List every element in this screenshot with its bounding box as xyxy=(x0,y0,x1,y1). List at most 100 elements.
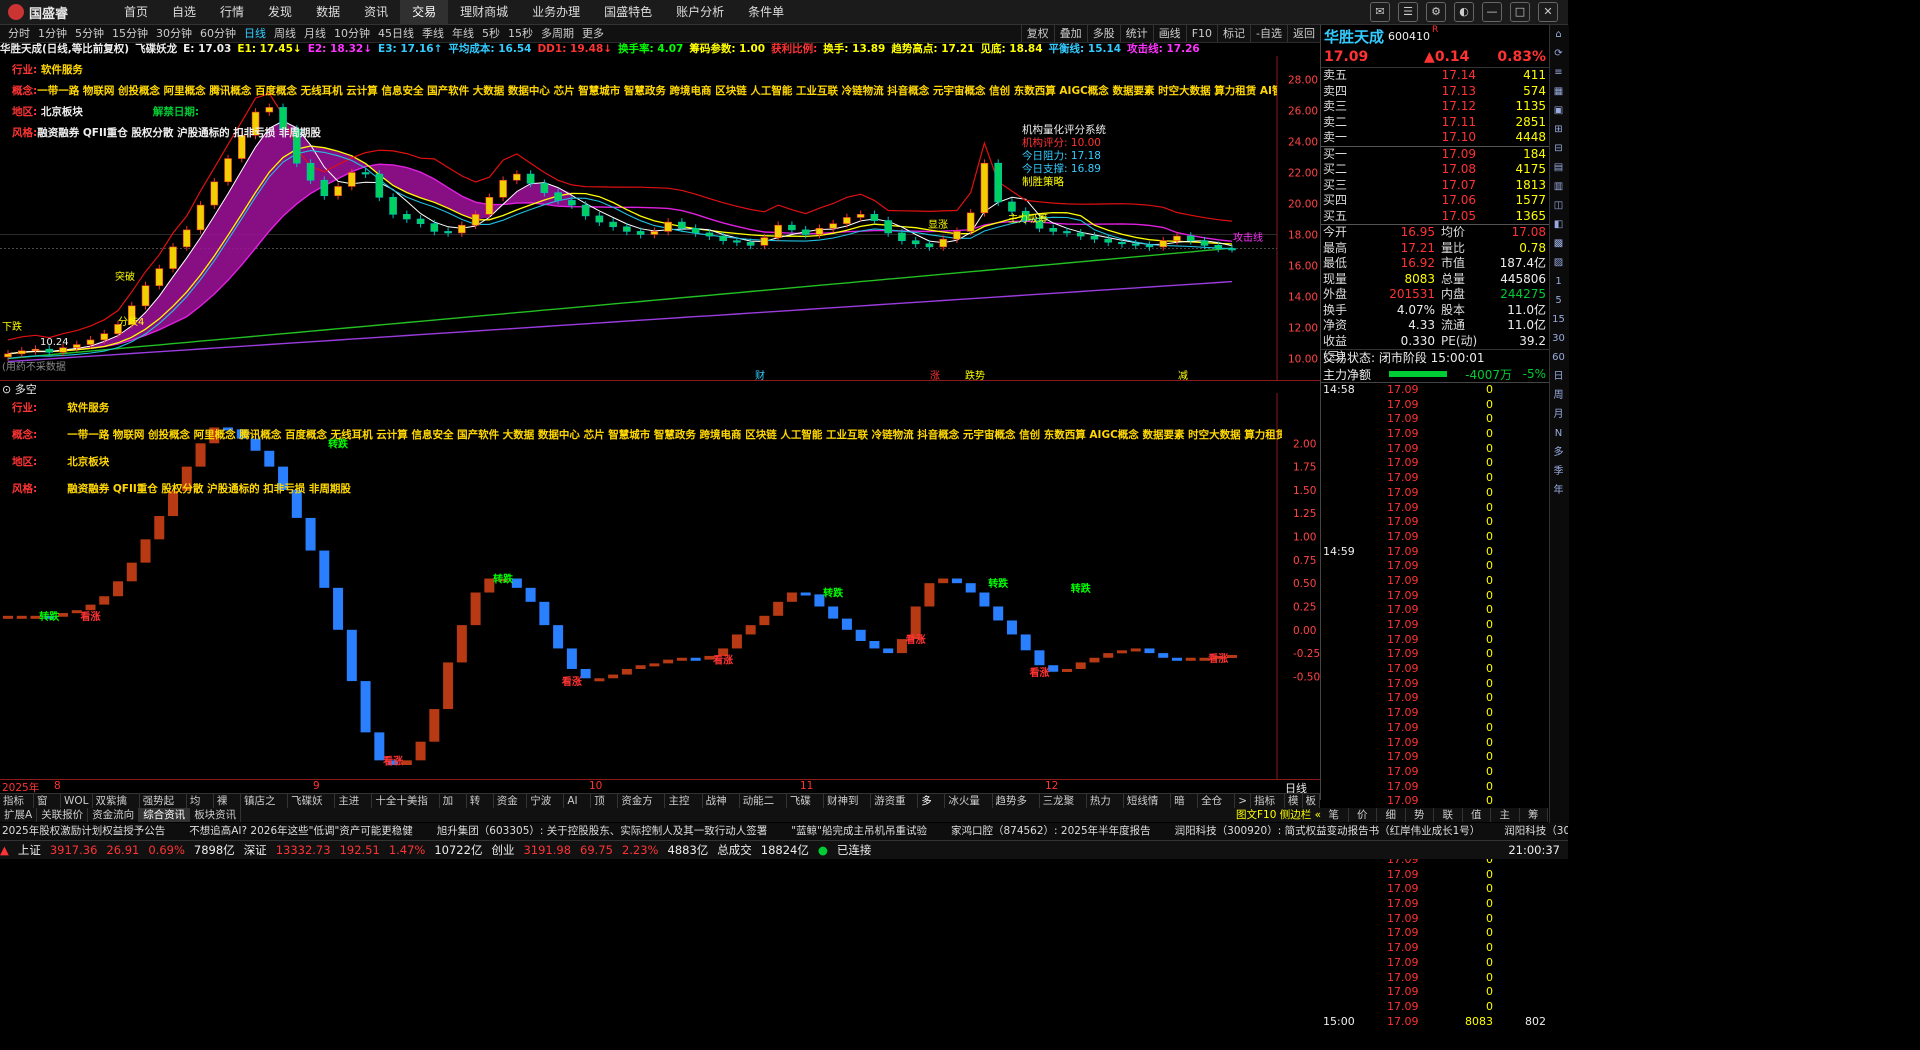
quote-tab-0[interactable]: 笔 xyxy=(1320,808,1349,822)
indicator-tab-21[interactable]: 飞碟妖 xyxy=(787,794,824,821)
period-tab-8[interactable]: 月线 xyxy=(300,25,330,42)
indicator-tab-7[interactable]: 镇店之宝 xyxy=(241,794,289,821)
indicator-tab-26[interactable]: 趋势多空 xyxy=(993,794,1040,821)
menu-item-3[interactable]: 发现 xyxy=(256,0,304,24)
menu-item-9[interactable]: 国盛特色 xyxy=(592,0,664,24)
indicator-tab-33[interactable]: 指标B xyxy=(1251,794,1286,821)
info-tab-3[interactable]: 综合资讯 xyxy=(139,808,191,822)
ask-row-0[interactable]: 卖五 17.14 411 xyxy=(1321,68,1549,84)
menu-item-6[interactable]: 交易 xyxy=(400,0,449,24)
period-tab-2[interactable]: 5分钟 xyxy=(71,25,108,42)
bid-row-1[interactable]: 买二 17.08 4175 xyxy=(1321,162,1549,178)
chart-tool-0[interactable]: 复权 xyxy=(1020,25,1054,42)
cy-label[interactable]: 创业 xyxy=(491,842,514,858)
news-item-6[interactable]: 润阳科技（300920）: xyxy=(1502,823,1568,840)
side-icon-13[interactable]: 1 xyxy=(1550,272,1567,291)
chart-tool-4[interactable]: 画线 xyxy=(1152,25,1186,42)
news-item-5[interactable]: 润阳科技（300920）: 简式权益变动报告书（红岸伟业成长1号） xyxy=(1173,823,1481,840)
side-icon-19[interactable]: 周 xyxy=(1550,386,1567,405)
maximize-icon[interactable]: □ xyxy=(1510,2,1530,22)
news-item-4[interactable]: 家鸿口腔（874562）: 2025年半年度报告 xyxy=(949,823,1151,840)
period-tab-11[interactable]: 季线 xyxy=(418,25,448,42)
period-tab-12[interactable]: 年线 xyxy=(448,25,478,42)
side-icon-21[interactable]: N xyxy=(1550,424,1567,443)
period-tab-0[interactable]: 分时 xyxy=(4,25,34,42)
chart-tool-1[interactable]: 叠加 xyxy=(1053,25,1087,42)
chart-tool-2[interactable]: 多股 xyxy=(1086,25,1120,42)
indicator-tab-4[interactable]: 强势起爆 xyxy=(140,794,187,821)
side-icon-7[interactable]: ▤ xyxy=(1550,158,1567,177)
period-tab-15[interactable]: 多周期 xyxy=(537,25,578,42)
indicator-tab-10[interactable]: 十全十美指标 xyxy=(372,794,440,821)
indicator-tab-17[interactable]: 资金方向 xyxy=(618,794,666,821)
period-tab-5[interactable]: 60分钟 xyxy=(196,25,240,42)
indicator-tab-14[interactable]: 宁波敢 xyxy=(527,794,565,821)
tool-icon[interactable]: ⚙ xyxy=(1426,2,1446,22)
side-icon-22[interactable]: 多 xyxy=(1550,443,1567,462)
indicator-tab-28[interactable]: 热力图 xyxy=(1087,794,1124,821)
period-tab-4[interactable]: 30分钟 xyxy=(152,25,196,42)
period-tab-9[interactable]: 10分钟 xyxy=(330,25,374,42)
side-icon-14[interactable]: 5 xyxy=(1550,291,1567,310)
chart-tool-7[interactable]: -自选 xyxy=(1250,25,1287,42)
indicator-tab-5[interactable]: 均线 xyxy=(187,794,214,821)
bid-row-2[interactable]: 买三 17.07 1813 xyxy=(1321,178,1549,194)
news-item-3[interactable]: "蓝鲸"船完成主吊机吊重试验 xyxy=(789,823,927,840)
info-tab-2[interactable]: 资金流向 xyxy=(88,808,140,822)
quote-tab-2[interactable]: 细 xyxy=(1377,808,1406,822)
chart-tool-8[interactable]: 返回 xyxy=(1287,25,1320,42)
indicator-tab-24[interactable]: 多空 xyxy=(918,794,946,821)
chart-tool-3[interactable]: 统计 xyxy=(1119,25,1153,42)
menu-item-2[interactable]: 行情 xyxy=(208,0,256,24)
side-icon-5[interactable]: ⊞ xyxy=(1550,120,1567,139)
side-icon-24[interactable]: 年 xyxy=(1550,481,1567,500)
news-item-2[interactable]: 旭升集团（603305）: 关于控股股东、实际控制人及其一致行动人签署 xyxy=(435,823,767,840)
indicator-tab-22[interactable]: 财神到家 xyxy=(824,794,872,821)
menu-item-4[interactable]: 数据 xyxy=(304,0,352,24)
chart-tool-5[interactable]: F10 xyxy=(1185,25,1217,42)
sz-label[interactable]: 深证 xyxy=(244,842,267,858)
side-icon-16[interactable]: 30 xyxy=(1550,329,1567,348)
menu-item-8[interactable]: 业务办理 xyxy=(520,0,592,24)
minimize-icon[interactable]: — xyxy=(1482,2,1502,22)
indicator-tab-32[interactable]: > xyxy=(1235,794,1252,808)
ask-row-4[interactable]: 卖一 17.10 4448 xyxy=(1321,130,1549,146)
indicator-tab-1[interactable]: 窗口 xyxy=(34,794,62,821)
side-icon-1[interactable]: ⟳ xyxy=(1550,44,1567,63)
quote-tab-3[interactable]: 势 xyxy=(1406,808,1434,822)
indicator-tab-15[interactable]: AI龙 xyxy=(564,794,592,821)
info-tab-0[interactable]: 扩展A xyxy=(0,808,38,822)
quote-tab-4[interactable]: 联 xyxy=(1434,808,1463,822)
bid-row-4[interactable]: 买五 17.05 1365 xyxy=(1321,209,1549,225)
indicator-tab-16[interactable]: 顶底 xyxy=(591,794,619,821)
side-icon-23[interactable]: 季 xyxy=(1550,462,1567,481)
period-tab-10[interactable]: 45日线 xyxy=(374,25,418,42)
sh-label[interactable]: 上证 xyxy=(18,842,41,858)
period-tab-7[interactable]: 周线 xyxy=(270,25,300,42)
indicator-tab-12[interactable]: 转点 xyxy=(467,794,494,821)
news-item-0[interactable]: 2025年股权激励计划权益授予公告 xyxy=(0,823,165,840)
quote-tab-5[interactable]: 值 xyxy=(1463,808,1491,822)
indicator-tab-8[interactable]: 飞碟妖龙 xyxy=(288,794,336,821)
side-icon-12[interactable]: ▨ xyxy=(1550,253,1567,272)
side-icon-18[interactable]: 日 xyxy=(1550,367,1567,386)
period-tab-1[interactable]: 1分钟 xyxy=(34,25,71,42)
ask-row-2[interactable]: 卖三 17.12 1135 xyxy=(1321,99,1549,115)
quote-tab-1[interactable]: 价 xyxy=(1349,808,1377,822)
indicator-tab-23[interactable]: 游资重潮 xyxy=(871,794,919,821)
indicator-tab-11[interactable]: 加仓 xyxy=(440,794,467,821)
app-logo[interactable]: 国盛睿 xyxy=(8,3,68,22)
chart-tool-6[interactable]: 标记 xyxy=(1217,25,1250,42)
indicator-tab-2[interactable]: WOL xyxy=(61,794,93,808)
quote-tab-7[interactable]: 筹 xyxy=(1520,808,1548,822)
indicator-tab-13[interactable]: 资金2 xyxy=(494,794,528,821)
period-tab-3[interactable]: 15分钟 xyxy=(108,25,152,42)
side-icon-2[interactable]: ≡ xyxy=(1550,63,1567,82)
side-icon-17[interactable]: 60 xyxy=(1550,348,1567,367)
ask-row-3[interactable]: 卖二 17.11 2851 xyxy=(1321,115,1549,131)
ask-row-1[interactable]: 卖四 17.13 574 xyxy=(1321,84,1549,100)
indicator-tab-31[interactable]: 全仓买 xyxy=(1198,794,1236,821)
menu-item-0[interactable]: 首页 xyxy=(112,0,160,24)
period-tab-14[interactable]: 15秒 xyxy=(504,25,537,42)
indicator-tab-25[interactable]: 冰火量能 xyxy=(945,794,993,821)
